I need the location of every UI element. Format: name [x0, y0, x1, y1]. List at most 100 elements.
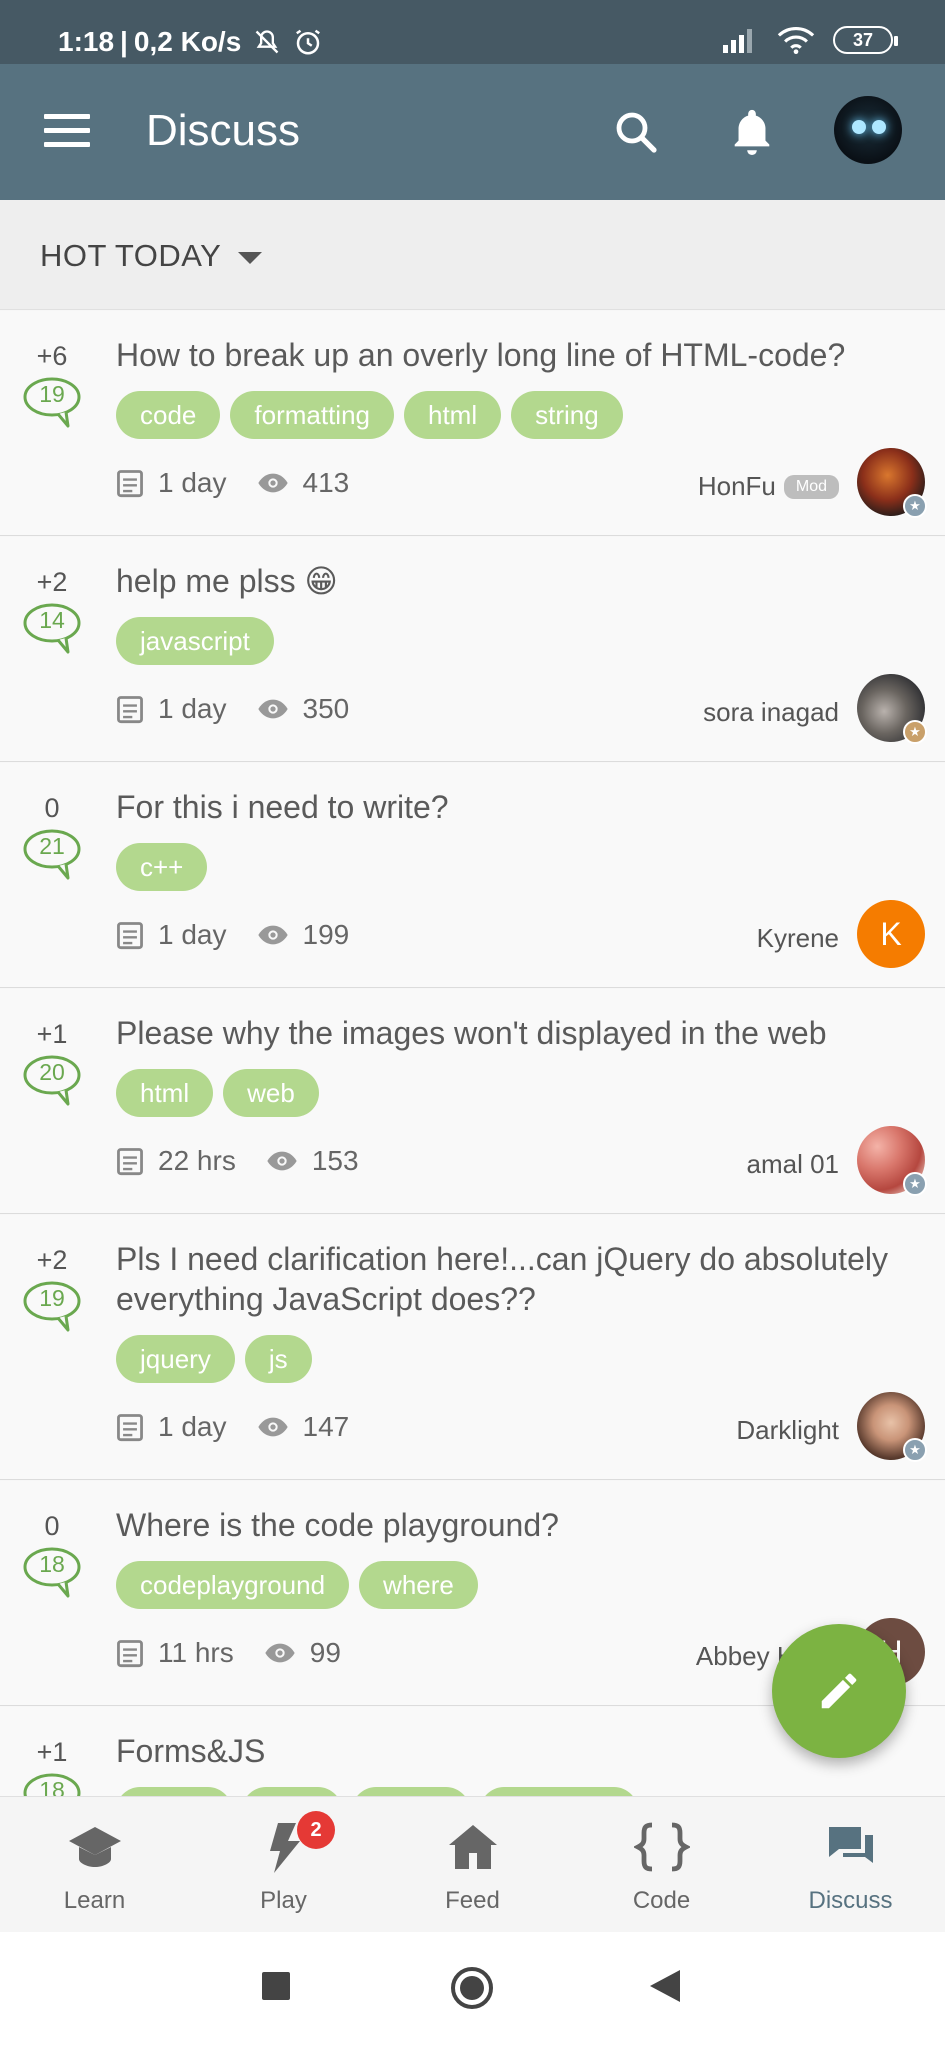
question-age: 1 day: [158, 693, 227, 724]
mod-badge: Mod: [783, 474, 839, 499]
answers-count: 20: [39, 1059, 65, 1085]
search-button[interactable]: [612, 108, 660, 156]
graduation-cap-icon: [69, 1827, 121, 1867]
circle-icon: [451, 1967, 493, 2009]
calendar-icon: [117, 1148, 143, 1176]
vote-count: +1: [36, 1019, 68, 1049]
question-title[interactable]: Please why the images won't displayed in…: [116, 1013, 905, 1053]
question-meta: 1 day 147: [116, 1411, 349, 1443]
tag[interactable]: code: [116, 391, 221, 439]
nav-learn[interactable]: Learn: [0, 1797, 189, 1933]
question-title[interactable]: Forms&JS: [116, 1731, 905, 1771]
answers-bubble-icon: 21: [22, 827, 82, 881]
nav-code[interactable]: Code: [567, 1797, 756, 1933]
author-name[interactable]: Kyrene: [757, 923, 839, 954]
nav-label: Learn: [63, 1887, 126, 1914]
vote-count: 0: [44, 1511, 60, 1541]
author-name[interactable]: Darklight: [736, 1415, 839, 1446]
question-title[interactable]: Where is the code playground?: [116, 1505, 905, 1545]
status-left: 1:18 | 0,2 Ko/s: [58, 26, 323, 58]
answers-bubble-icon: 19: [22, 375, 82, 429]
tag-list: code formatting html string: [116, 391, 623, 439]
tag[interactable]: codeplayground: [116, 1561, 350, 1609]
author-name[interactable]: amal 01: [747, 1149, 840, 1180]
question-title[interactable]: How to break up an overly long line of H…: [116, 335, 905, 375]
question-meta: 1 day 413: [116, 467, 349, 499]
calendar-icon: [117, 1414, 143, 1442]
battery-indicator: 37: [833, 26, 898, 54]
nav-discuss[interactable]: Discuss: [756, 1797, 945, 1933]
question-age: 11 hrs: [158, 1637, 234, 1668]
question-item[interactable]: +1 20 Please why the images won't displa…: [0, 989, 945, 1214]
question-item[interactable]: +2 19 Pls I need clarification here!...c…: [0, 1215, 945, 1480]
eye-icon: [257, 1417, 288, 1437]
filter-dropdown[interactable]: HOT TODAY: [0, 200, 945, 310]
tag[interactable]: where: [359, 1561, 478, 1609]
vote-count: +2: [36, 1245, 68, 1275]
author-avatar[interactable]: ★: [857, 1392, 927, 1462]
question-meta: 22 hrs 153: [116, 1145, 359, 1177]
triangle-back-icon: [650, 1970, 680, 2002]
notifications-button[interactable]: [728, 106, 776, 156]
question-item[interactable]: +2 14 help me plss 😁 javascript 1 day 35…: [0, 537, 945, 762]
menu-button[interactable]: [44, 114, 90, 148]
chat-bubbles-icon: [829, 1827, 873, 1863]
tag[interactable]: web: [223, 1069, 319, 1117]
question-title[interactable]: For this i need to write?: [116, 787, 905, 827]
question-age: 1 day: [158, 1411, 227, 1442]
muted-bell-icon: [255, 30, 279, 54]
calendar-icon: [117, 1640, 143, 1668]
author-avatar[interactable]: ★: [857, 674, 927, 744]
tag[interactable]: formatting: [230, 391, 394, 439]
new-question-button[interactable]: [772, 1624, 906, 1758]
question-item[interactable]: +6 19 How to break up an overly long lin…: [0, 311, 945, 536]
nav-feed[interactable]: Feed: [378, 1797, 567, 1933]
answers-count: 14: [39, 607, 65, 633]
author-name[interactable]: HonFu Mod: [698, 471, 839, 502]
vote-count: +1: [36, 1737, 68, 1767]
answers-bubble-icon: 19: [22, 1279, 82, 1333]
bottom-navigation: Learn 2 Play Feed Code Discuss: [0, 1796, 945, 1932]
alarm-icon: [296, 29, 321, 55]
nav-label: Feed: [445, 1887, 500, 1914]
question-title[interactable]: Pls I need clarification here!...can jQu…: [116, 1239, 905, 1319]
system-navigation-bar: [0, 1932, 945, 2048]
bell-icon: [734, 109, 770, 156]
author-avatar[interactable]: ★: [857, 448, 927, 518]
tag[interactable]: c++: [116, 843, 208, 891]
nav-play[interactable]: 2 Play: [189, 1797, 378, 1933]
question-meta: 11 hrs 99: [116, 1637, 341, 1669]
back-button[interactable]: [650, 1970, 680, 2007]
profile-avatar[interactable]: [834, 96, 902, 164]
tag[interactable]: jquery: [116, 1335, 235, 1383]
tag[interactable]: html: [116, 1069, 214, 1117]
wifi-icon: [777, 26, 815, 54]
tag[interactable]: javascript: [116, 617, 274, 665]
braces-icon: [634, 1822, 690, 1872]
tag-list: codeplayground where: [116, 1561, 478, 1609]
question-title[interactable]: help me plss 😁: [116, 561, 905, 601]
eye-icon: [257, 473, 288, 493]
filter-label: HOT TODAY: [40, 238, 222, 273]
author-avatar[interactable]: K: [857, 900, 925, 968]
signal-icon: [723, 29, 752, 53]
author-avatar[interactable]: ★: [857, 1126, 927, 1196]
recents-button[interactable]: [262, 1972, 290, 2005]
nav-label: Play: [260, 1887, 307, 1914]
tag[interactable]: string: [511, 391, 623, 439]
pencil-icon: [821, 1673, 857, 1709]
question-meta: 1 day 350: [116, 693, 349, 725]
network-speed: 0,2 Ko/s: [133, 26, 242, 57]
notification-badge: 2: [297, 1811, 335, 1849]
author-name[interactable]: sora inagad: [703, 697, 839, 728]
question-item[interactable]: 0 21 For this i need to write? c++ 1 day…: [0, 763, 945, 988]
star-icon: ★: [903, 1438, 927, 1462]
tag[interactable]: js: [244, 1335, 312, 1383]
nav-label: Discuss: [808, 1887, 893, 1914]
question-meta: 1 day 199: [116, 919, 349, 951]
tag-list: jquery js: [116, 1335, 312, 1383]
star-icon: ★: [903, 1172, 927, 1196]
tag[interactable]: html: [404, 391, 502, 439]
home-button[interactable]: [450, 1966, 494, 2015]
answers-count: 18: [39, 1551, 65, 1577]
